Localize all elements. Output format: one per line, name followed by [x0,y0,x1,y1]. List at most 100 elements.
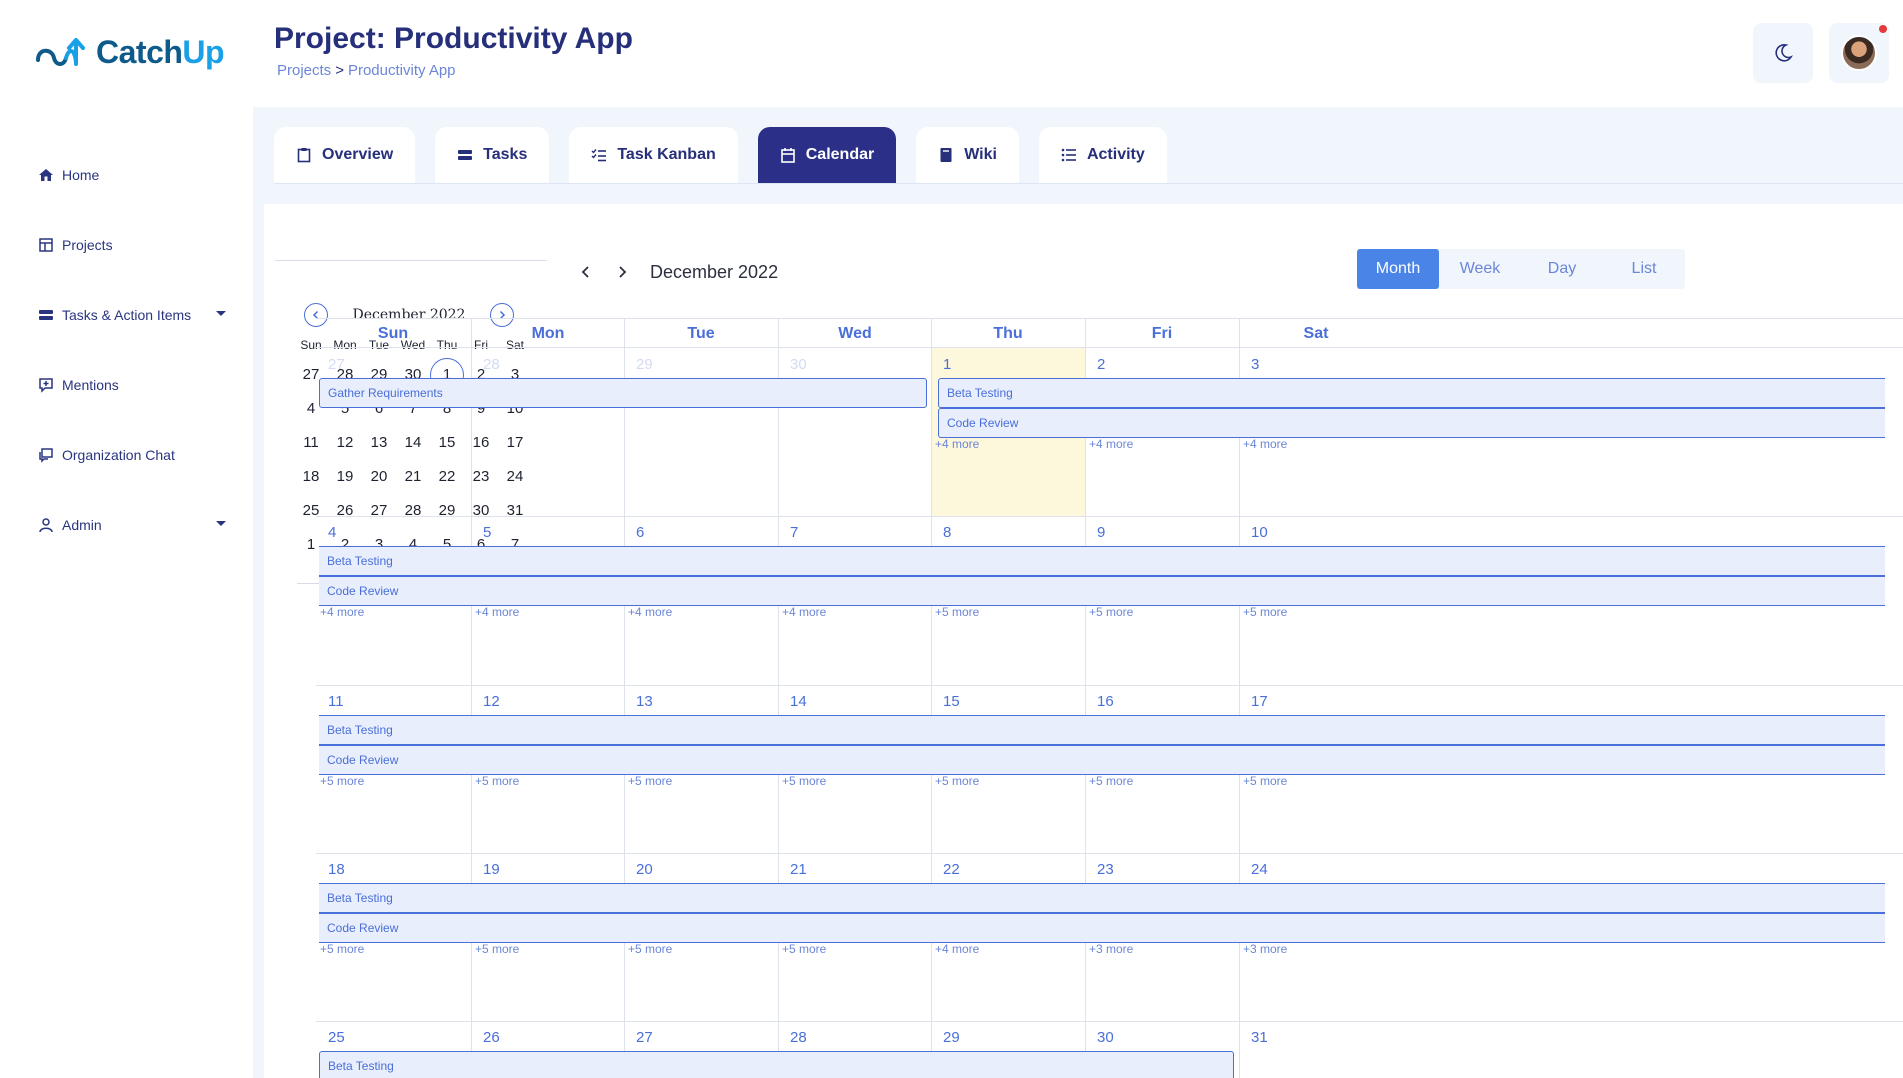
more-events-link[interactable]: +5 more [935,605,979,619]
sidebar-item-admin[interactable]: Admin [36,490,226,560]
calendar-event[interactable]: Code Review [319,745,1885,775]
more-events-link[interactable]: +3 more [1243,942,1287,956]
theme-toggle-button[interactable] [1753,23,1813,83]
tab-task-kanban[interactable]: Task Kanban [569,127,738,183]
day-number[interactable]: 28 [790,1029,807,1046]
more-events-link[interactable]: +4 more [782,605,826,619]
day-number[interactable]: 4 [328,524,336,541]
sidebar-item-projects[interactable]: Projects [36,210,226,280]
tab-activity[interactable]: Activity [1038,127,1167,183]
more-events-link[interactable]: +4 more [935,437,979,451]
day-number[interactable]: 13 [636,693,653,710]
day-number[interactable]: 27 [328,356,345,373]
day-number[interactable]: 29 [943,1029,960,1046]
day-number[interactable]: 30 [790,356,807,373]
sidebar-item-label: Home [62,167,100,183]
day-number[interactable]: 3 [1251,356,1259,373]
view-month-button[interactable]: Month [1357,249,1439,289]
chevron-right-icon [619,266,627,278]
calendar-event[interactable]: Beta Testing [319,1051,1234,1078]
day-number[interactable]: 9 [1097,524,1105,541]
tab-overview[interactable]: Overview [274,127,416,183]
view-day-button[interactable]: Day [1521,249,1603,289]
day-number[interactable]: 25 [328,1029,345,1046]
more-events-link[interactable]: +4 more [475,605,519,619]
project-tabs: Overview Tasks Task Kanban Calendar Wiki Acti… [274,127,1187,183]
more-events-link[interactable]: +5 more [1089,774,1133,788]
more-events-link[interactable]: +5 more [320,942,364,956]
view-week-button[interactable]: Week [1439,249,1521,289]
tab-calendar[interactable]: Calendar [757,127,897,183]
day-number[interactable]: 29 [636,356,653,373]
more-events-link[interactable]: +5 more [1089,605,1133,619]
more-events-link[interactable]: +5 more [475,774,519,788]
calendar-event[interactable]: Beta Testing [319,883,1885,913]
logo-icon [36,37,85,66]
sidebar-item-organization-chat[interactable]: Organization Chat [36,420,226,490]
sidebar-item-home[interactable]: Home [36,140,226,210]
more-events-link[interactable]: +5 more [628,774,672,788]
day-number[interactable]: 10 [1251,524,1268,541]
day-number[interactable]: 24 [1251,861,1268,878]
day-number[interactable]: 7 [790,524,798,541]
chevron-down-icon[interactable] [216,521,226,526]
more-events-link[interactable]: +4 more [1089,437,1133,451]
day-number[interactable]: 5 [483,524,491,541]
day-number[interactable]: 18 [328,861,345,878]
day-number[interactable]: 17 [1251,693,1268,710]
sidebar-item-mentions[interactable]: Mentions [36,350,226,420]
day-number[interactable]: 22 [943,861,960,878]
day-number[interactable]: 20 [636,861,653,878]
day-number[interactable]: 2 [1097,356,1105,373]
more-events-link[interactable]: +5 more [1243,605,1287,619]
day-number[interactable]: 28 [483,356,500,373]
more-events-link[interactable]: +4 more [628,605,672,619]
calendar-event[interactable]: Code Review [319,576,1885,606]
user-menu-button[interactable] [1829,23,1889,83]
more-events-link[interactable]: +5 more [475,942,519,956]
sidebar-item-tasks[interactable]: Tasks & Action Items [36,280,226,350]
calendar-event[interactable]: Code Review [938,408,1885,438]
prev-month-button[interactable] [574,260,598,284]
day-number[interactable]: 8 [943,524,951,541]
more-events-link[interactable]: +5 more [1243,774,1287,788]
chevron-down-icon[interactable] [216,311,226,316]
day-number[interactable]: 31 [1251,1029,1268,1046]
breadcrumb-root-link[interactable]: Projects [277,62,331,79]
next-month-button[interactable] [610,260,634,284]
calendar-event[interactable]: Code Review [319,913,1885,943]
day-number[interactable]: 26 [483,1029,500,1046]
breadcrumb-current[interactable]: Productivity App [348,62,456,79]
day-number[interactable]: 1 [943,356,951,373]
view-list-button[interactable]: List [1603,249,1685,289]
day-number[interactable]: 21 [790,861,807,878]
calendar-event[interactable]: Beta Testing [319,546,1885,576]
logo[interactable]: CatchUp [34,34,225,71]
tab-wiki[interactable]: Wiki [916,127,1019,183]
day-number[interactable]: 30 [1097,1029,1114,1046]
tab-tasks[interactable]: Tasks [435,127,550,183]
more-events-link[interactable]: +4 more [935,942,979,956]
more-events-link[interactable]: +5 more [320,774,364,788]
calendar-event[interactable]: Beta Testing [938,378,1885,408]
day-number[interactable]: 6 [636,524,644,541]
day-number[interactable]: 23 [1097,861,1114,878]
day-number[interactable]: 16 [1097,693,1114,710]
day-number[interactable]: 27 [636,1029,653,1046]
calendar-event[interactable]: Gather Requirements [319,378,927,408]
sidebar-item-label: Tasks & Action Items [62,307,192,323]
more-events-link[interactable]: +5 more [782,942,826,956]
day-number[interactable]: 15 [943,693,960,710]
more-events-link[interactable]: +5 more [935,774,979,788]
more-events-link[interactable]: +3 more [1089,942,1133,956]
more-events-link[interactable]: +4 more [320,605,364,619]
more-events-link[interactable]: +5 more [782,774,826,788]
calendar-event[interactable]: Beta Testing [319,715,1885,745]
more-events-link[interactable]: +5 more [628,942,672,956]
day-number[interactable]: 11 [328,693,344,710]
day-number[interactable]: 14 [790,693,807,710]
day-number[interactable]: 12 [483,693,500,710]
day-number[interactable]: 19 [483,861,500,878]
grid-line [778,318,779,1078]
more-events-link[interactable]: +4 more [1243,437,1287,451]
